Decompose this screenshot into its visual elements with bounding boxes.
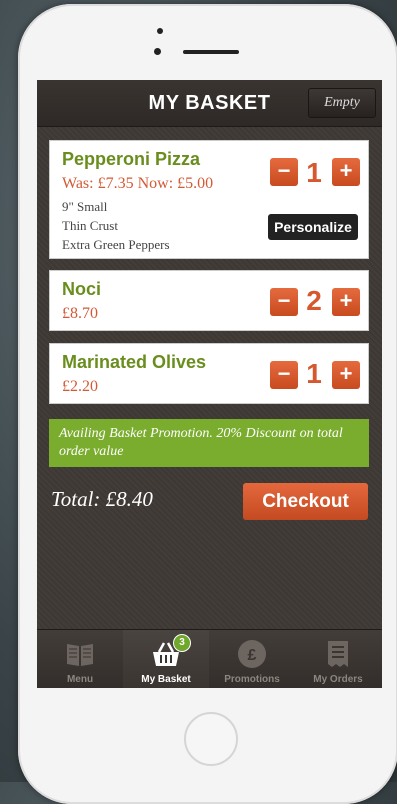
personalize-button[interactable]: Personalize: [268, 214, 358, 240]
tab-label: Promotions: [224, 674, 280, 685]
item-detail: Thin Crust: [62, 218, 118, 233]
decrease-qty-button[interactable]: −: [270, 361, 298, 389]
item-price: Was: £7.35 Now: £5.00: [62, 175, 214, 192]
receipt-icon: [328, 641, 348, 667]
item-detail: 9" Small: [62, 199, 108, 214]
increase-qty-button[interactable]: +: [332, 288, 360, 316]
item-price: £8.70: [62, 305, 98, 322]
phone-frame: MY BASKET Empty Pepperoni Pizza Was: £7.…: [18, 4, 397, 804]
item-name: Noci: [62, 279, 102, 299]
basket-item: Marinated Olives £2.20 − 1 +: [49, 343, 369, 404]
item-name: Marinated Olives: [62, 352, 207, 372]
home-button[interactable]: [184, 712, 238, 766]
promotion-banner: Availing Basket Promotion. 20% Discount …: [49, 419, 369, 467]
pound-seal-icon: £: [238, 640, 266, 668]
tab-menu[interactable]: Menu: [37, 630, 123, 688]
tab-bar: Menu 3 My Basket £ Promotions My Orders: [37, 629, 382, 688]
book-icon: [67, 644, 93, 666]
camera: [157, 28, 163, 34]
nav-bar: MY BASKET Empty: [37, 80, 382, 127]
basket-item: Noci £8.70 − 2 +: [49, 270, 369, 331]
speaker: [183, 50, 239, 54]
empty-basket-button[interactable]: Empty: [308, 88, 376, 118]
basket-count-badge: 3: [173, 634, 191, 652]
item-name: Pepperoni Pizza: [62, 149, 201, 169]
order-total: Total: £8.40: [51, 487, 153, 511]
tab-label: Menu: [66, 674, 94, 685]
increase-qty-button[interactable]: +: [332, 361, 360, 389]
app-screen: MY BASKET Empty Pepperoni Pizza Was: £7.…: [37, 80, 382, 688]
tab-my-orders[interactable]: My Orders: [295, 630, 381, 688]
increase-qty-button[interactable]: +: [332, 158, 360, 186]
tab-my-basket[interactable]: 3 My Basket: [123, 630, 209, 688]
tab-label: My Basket: [141, 674, 191, 685]
decrease-qty-button[interactable]: −: [270, 288, 298, 316]
qty-value: 1: [306, 157, 322, 188]
tab-promotions[interactable]: £ Promotions: [209, 630, 295, 688]
qty-value: 2: [306, 285, 322, 316]
sensor: [154, 48, 161, 55]
basket-item: Pepperoni Pizza Was: £7.35 Now: £5.00 9"…: [49, 140, 369, 259]
item-price: £2.20: [62, 378, 98, 395]
qty-value: 1: [306, 358, 322, 389]
item-detail: Extra Green Peppers: [62, 237, 170, 252]
decrease-qty-button[interactable]: −: [270, 158, 298, 186]
tab-label: My Orders: [313, 674, 363, 685]
checkout-button[interactable]: Checkout: [243, 483, 368, 520]
svg-text:£: £: [248, 647, 257, 664]
